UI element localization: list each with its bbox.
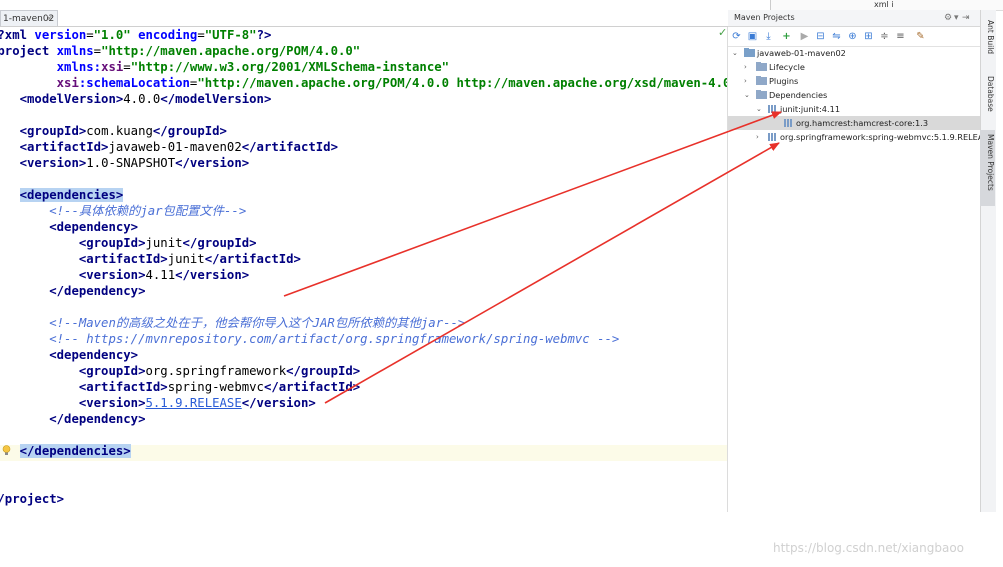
annotation-arrow xyxy=(324,142,780,404)
annotation-overlay xyxy=(283,111,782,404)
annotation-arrow xyxy=(283,111,782,297)
watermark: https://blog.csdn.net/xiangbaoo xyxy=(773,541,965,555)
